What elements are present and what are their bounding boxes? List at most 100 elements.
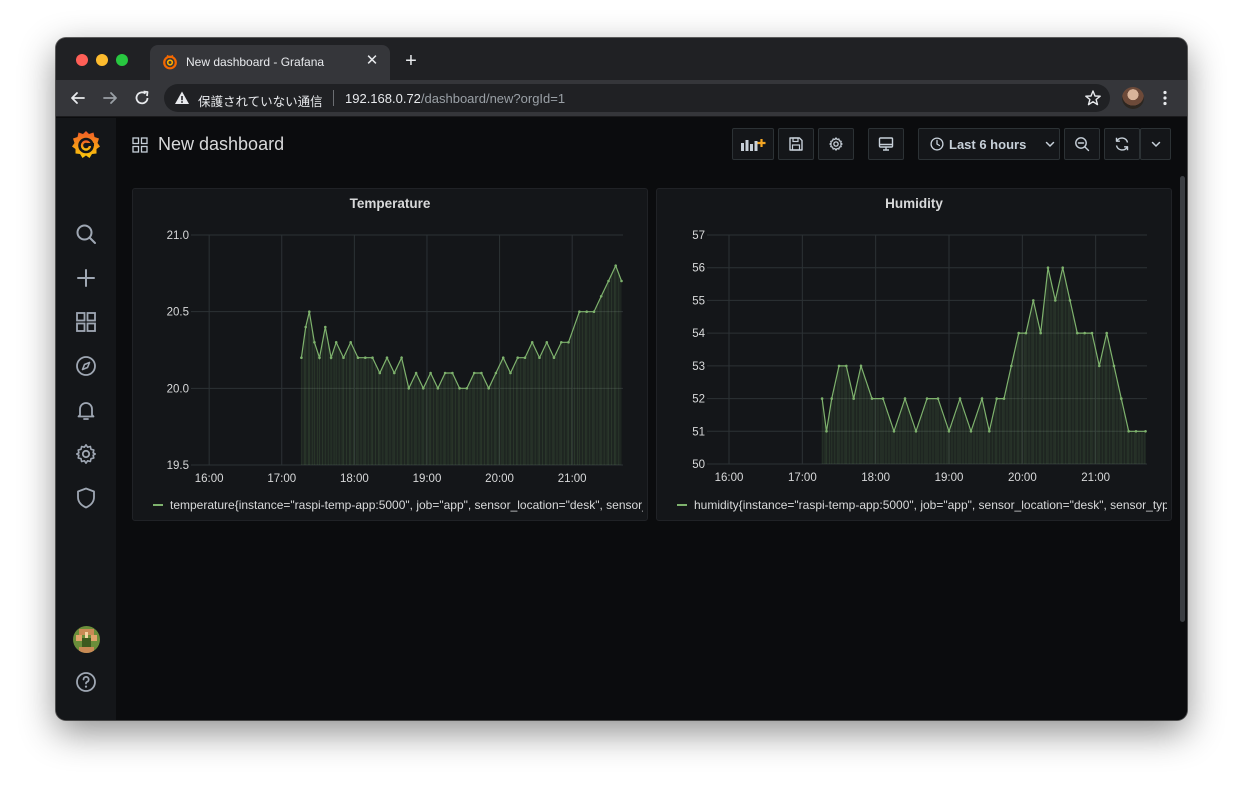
tab-grafana[interactable]: New dashboard - Grafana ✕: [150, 45, 390, 80]
configuration-gear-icon[interactable]: [74, 442, 98, 466]
data-point: [1024, 331, 1028, 335]
address-url: 192.168.0.72/dashboard/new?orgId=1: [345, 91, 565, 106]
x-tick-label: 19:00: [935, 472, 964, 484]
data-point: [1098, 364, 1101, 368]
help-icon[interactable]: [74, 670, 98, 694]
panel-temperature[interactable]: Temperature 19.5 20.0 20.5 21.0 16:00 17:00 18…: [132, 188, 648, 521]
y-tick-label: 52: [692, 394, 705, 406]
data-point: [538, 356, 541, 359]
close-window-button[interactable]: [76, 54, 88, 66]
x-tick-label: 17:00: [788, 472, 817, 484]
forward-arrow-icon[interactable]: [100, 88, 120, 108]
panel-title[interactable]: Temperature: [133, 196, 647, 211]
time-picker-chevron-icon: [1045, 141, 1055, 148]
address-divider: [333, 90, 334, 106]
grafana-logo-icon[interactable]: [69, 128, 103, 162]
data-point: [1134, 430, 1138, 433]
save-dashboard-button[interactable]: [778, 128, 814, 160]
data-point: [881, 397, 885, 400]
clock-icon: [930, 137, 944, 151]
address-host: 192.168.0.72: [345, 91, 421, 106]
address-path: /dashboard/new?orgId=1: [420, 91, 566, 106]
data-point: [501, 356, 505, 359]
panel-title[interactable]: Humidity: [657, 196, 1171, 211]
bookmark-star-icon[interactable]: [1084, 89, 1102, 107]
panel-humidity[interactable]: Humidity 50 51 52 53 54 55 56 57 16:00 17:00 18:00…: [656, 188, 1172, 521]
add-panel-button[interactable]: [732, 128, 774, 160]
temperature-graph[interactable]: 19.5 20.0 20.5 21.0 16:00 17:00 18:00 19:00 20:0…: [133, 219, 647, 491]
data-point: [545, 341, 549, 344]
data-point: [480, 371, 483, 375]
zoom-window-button[interactable]: [116, 54, 128, 66]
user-avatar[interactable]: [73, 626, 100, 653]
legend-item[interactable]: humidity{instance="raspi-temp-app:5000",…: [677, 496, 1167, 512]
data-point: [304, 325, 307, 329]
dashboard-settings-button[interactable]: [818, 128, 854, 160]
legend-label[interactable]: humidity{instance="raspi-temp-app:5000",…: [694, 498, 1167, 512]
warning-triangle-icon[interactable]: [174, 90, 190, 106]
data-point: [914, 430, 918, 433]
minimize-window-button[interactable]: [96, 54, 108, 66]
x-tick-label: 18:00: [340, 473, 369, 485]
data-point: [830, 397, 833, 400]
legend-label[interactable]: temperature{instance="raspi-temp-app:500…: [170, 498, 643, 512]
alerting-bell-icon[interactable]: [74, 398, 98, 422]
reload-icon[interactable]: [132, 88, 152, 108]
data-point: [903, 397, 907, 400]
refresh-icon: [1115, 137, 1129, 151]
x-tick-label: 16:00: [195, 473, 224, 485]
legend-swatch[interactable]: [153, 503, 163, 506]
close-tab-icon[interactable]: ✕: [362, 51, 382, 71]
humidity-graph[interactable]: 50 51 52 53 54 55 56 57 16:00 17:00 18:00 19:00 20:0…: [657, 219, 1171, 491]
browser-toolbar: 保護されていない通信 192.168.0.72/dashboard/new?or…: [56, 80, 1187, 117]
data-point: [936, 397, 940, 400]
back-arrow-icon[interactable]: [68, 88, 88, 108]
y-tick-label: 21.0: [167, 230, 189, 242]
data-point: [859, 364, 863, 368]
data-point: [494, 371, 498, 375]
time-picker-button[interactable]: Last 6 hours: [918, 128, 1060, 160]
page-scrollbar[interactable]: [1180, 176, 1185, 622]
data-point: [892, 430, 896, 433]
server-admin-shield-icon[interactable]: [74, 486, 98, 510]
data-point: [436, 387, 440, 390]
data-point: [407, 387, 411, 390]
data-point: [465, 387, 469, 390]
y-tick-label: 54: [692, 328, 705, 340]
y-tick-label: 19.5: [167, 460, 189, 472]
x-tick-label: 16:00: [715, 472, 744, 484]
data-point: [845, 364, 848, 368]
data-point: [378, 371, 382, 375]
tv-mode-button[interactable]: [868, 128, 904, 160]
plus-icon[interactable]: [74, 266, 98, 290]
dashboards-icon[interactable]: [74, 310, 98, 334]
y-tick-label: 53: [692, 361, 705, 373]
data-point: [980, 397, 984, 400]
legend-swatch[interactable]: [677, 503, 687, 506]
data-point: [1039, 331, 1042, 335]
data-point: [318, 356, 321, 359]
zoom-out-button[interactable]: [1064, 128, 1100, 160]
refresh-dashboard-button[interactable]: [1104, 128, 1140, 160]
profile-avatar[interactable]: [1122, 87, 1144, 109]
legend-item[interactable]: temperature{instance="raspi-temp-app:500…: [153, 496, 643, 512]
x-tick-label: 21:00: [558, 473, 587, 485]
data-point: [1017, 331, 1020, 335]
data-point: [530, 341, 534, 344]
y-tick-label: 56: [692, 263, 705, 275]
browser-menu-icon[interactable]: [1155, 88, 1175, 108]
refresh-interval-dropdown[interactable]: [1140, 128, 1171, 160]
data-point: [1046, 266, 1050, 269]
data-point: [443, 371, 447, 375]
data-point: [988, 430, 991, 433]
new-tab-button[interactable]: +: [400, 51, 422, 73]
time-range-label: Last 6 hours: [949, 137, 1027, 152]
grafana-favicon-icon: [163, 54, 177, 70]
data-point: [313, 341, 316, 344]
address-bar[interactable]: 保護されていない通信 192.168.0.72/dashboard/new?or…: [164, 84, 1110, 112]
x-tick-label: 17:00: [267, 473, 296, 485]
data-point: [1061, 266, 1064, 269]
y-tick-label: 57: [692, 230, 705, 242]
search-icon[interactable]: [74, 222, 98, 246]
explore-compass-icon[interactable]: [74, 354, 98, 378]
